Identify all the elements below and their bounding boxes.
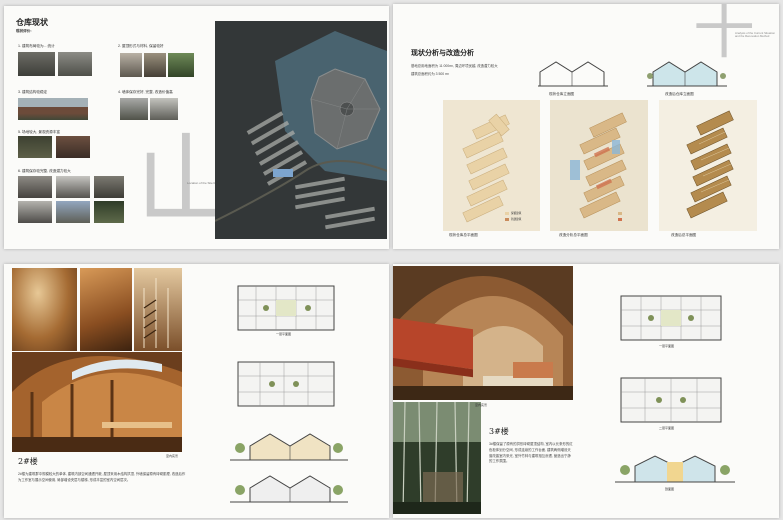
legend-new: 新建建筑 xyxy=(511,218,522,221)
bamboo-exterior-photo xyxy=(393,402,481,514)
page-site-status: 仓库现状 现状评价: 1. 建筑布局较为... 统计 2. 屋顶形式与材料, 保… xyxy=(4,6,389,249)
aerial-map xyxy=(215,21,387,239)
plan-label-existing: 现状仓库总平面图 xyxy=(449,233,478,237)
existing-site-plan-drawing xyxy=(462,113,510,223)
renovated-site-plan xyxy=(659,100,757,231)
caption-3: 3. 建筑结构较稳定 xyxy=(18,90,48,94)
site-photo-8 xyxy=(150,98,178,120)
caption-6: 6. 建筑保存较完整, 改造潜力较大 xyxy=(18,169,71,173)
section-drawing xyxy=(615,455,735,483)
analysis-text-1: 基地总用地面积为 11 000m², 周边环境优越, 改造潜力较大 xyxy=(411,64,498,68)
building-description: 3#楼保留了原有的拱形砖砌屋顶结构, 室内以长条形的红色柜体划分空间, 形成连续… xyxy=(489,442,573,464)
site-photo-7 xyxy=(120,98,148,120)
plan-caption-1: 一层平面图 xyxy=(659,344,675,348)
interior-photo-1 xyxy=(12,268,77,351)
interior-main-photo xyxy=(12,352,182,452)
existing-site-plan: 保留建筑 新建建筑 xyxy=(443,100,540,231)
site-photo-9 xyxy=(18,136,52,158)
site-photo-6 xyxy=(18,98,88,120)
site-photo-12 xyxy=(56,176,90,198)
building-heading: 3#楼 xyxy=(489,427,509,436)
plan-caption-3: 剖面图 xyxy=(665,487,675,491)
section-drawing-2 xyxy=(230,475,348,503)
page-building-3: 室内实景 3#楼 3#楼保留了原有的拱形砖砌屋顶结构, 室内以长条形的红色柜体划… xyxy=(393,264,779,518)
site-photo-5 xyxy=(168,53,194,77)
interior-photo-2 xyxy=(80,268,132,351)
first-floor-plan xyxy=(237,285,335,331)
site-photo-16 xyxy=(94,201,124,223)
second-floor-plan xyxy=(620,377,722,423)
building-heading: 2#楼 xyxy=(18,457,38,466)
page-analysis: 现状分析与改造分析 基地总用地面积为 11 000m², 周边环境优越, 改造潜… xyxy=(393,4,779,249)
caption-4: 4. 墙体保存完好, 完整, 改造价值高 xyxy=(118,90,173,94)
site-photo-4 xyxy=(144,53,166,77)
second-floor-plan xyxy=(237,361,335,407)
aerial-map-drawing xyxy=(215,21,387,239)
plan-caption-2: 二层平面图 xyxy=(659,426,675,430)
page-building-2: 室内实景 2#楼 2#楼为建筑群中规模较大的单体, 建筑内部空间通透开敞, 屋顶… xyxy=(4,264,389,518)
page-title: 现状分析与改造分析 xyxy=(411,48,474,57)
page-subtitle: 现状评价: xyxy=(16,29,32,33)
analysis-text-2: 建筑总面积约为 3 500 m² xyxy=(411,72,450,76)
photo-caption: 室内实景 xyxy=(475,403,488,407)
analysis-site-plan xyxy=(550,100,648,231)
corner-note: Analysis of the Current Situation and th… xyxy=(735,31,775,39)
section-label-renovated: 改造后仓库立面图 xyxy=(665,92,694,96)
existing-section-drawing xyxy=(538,61,608,87)
plan-label-renovated: 改造后总平面图 xyxy=(671,233,697,237)
vault-interior-drawing xyxy=(12,352,182,452)
page-title: 仓库现状 xyxy=(16,17,48,27)
site-photo-15 xyxy=(56,201,90,223)
brick-vault-drawing xyxy=(393,266,573,400)
photo-caption: 室内实景 xyxy=(166,454,179,458)
renovated-section-drawing xyxy=(647,61,727,87)
site-photo-1 xyxy=(18,52,55,76)
plan-label-analysis: 改造分析总平面图 xyxy=(559,233,588,237)
site-photo-10 xyxy=(56,136,90,158)
site-photo-13 xyxy=(94,176,124,198)
plan-caption: 一层平面图 xyxy=(276,332,292,336)
caption-2: 2. 屋顶形式与材料, 保留较好 xyxy=(118,44,164,48)
legend-keep: 保留建筑 xyxy=(511,212,522,215)
caption-1: 1. 建筑布局较为... 统计 xyxy=(18,44,55,48)
building-description: 2#楼为建筑群中规模较大的单体, 建筑内部空间通透开敞, 屋顶采用木结构拱顶, … xyxy=(18,472,186,482)
first-floor-plan xyxy=(620,295,722,341)
site-photo-11 xyxy=(18,176,52,198)
bamboo-drawing xyxy=(393,402,481,514)
site-photo-2 xyxy=(58,52,92,76)
renovated-site-plan-drawing xyxy=(686,110,734,219)
analysis-site-plan-drawing xyxy=(570,112,627,221)
section-label-existing: 现状仓库立面图 xyxy=(549,92,575,96)
interior-photo-3 xyxy=(134,268,182,351)
stair-drawing xyxy=(143,278,169,348)
spread-view: 仓库现状 现状评价: 1. 建筑布局较为... 统计 2. 屋顶形式与材料, 保… xyxy=(0,0,783,520)
interior-vault-photo xyxy=(393,266,573,400)
section-drawing-1 xyxy=(230,433,348,461)
site-photo-3 xyxy=(120,53,142,77)
site-photo-14 xyxy=(18,201,52,223)
caption-5: 5. 场地较大, 景观资源丰富 xyxy=(18,130,60,134)
